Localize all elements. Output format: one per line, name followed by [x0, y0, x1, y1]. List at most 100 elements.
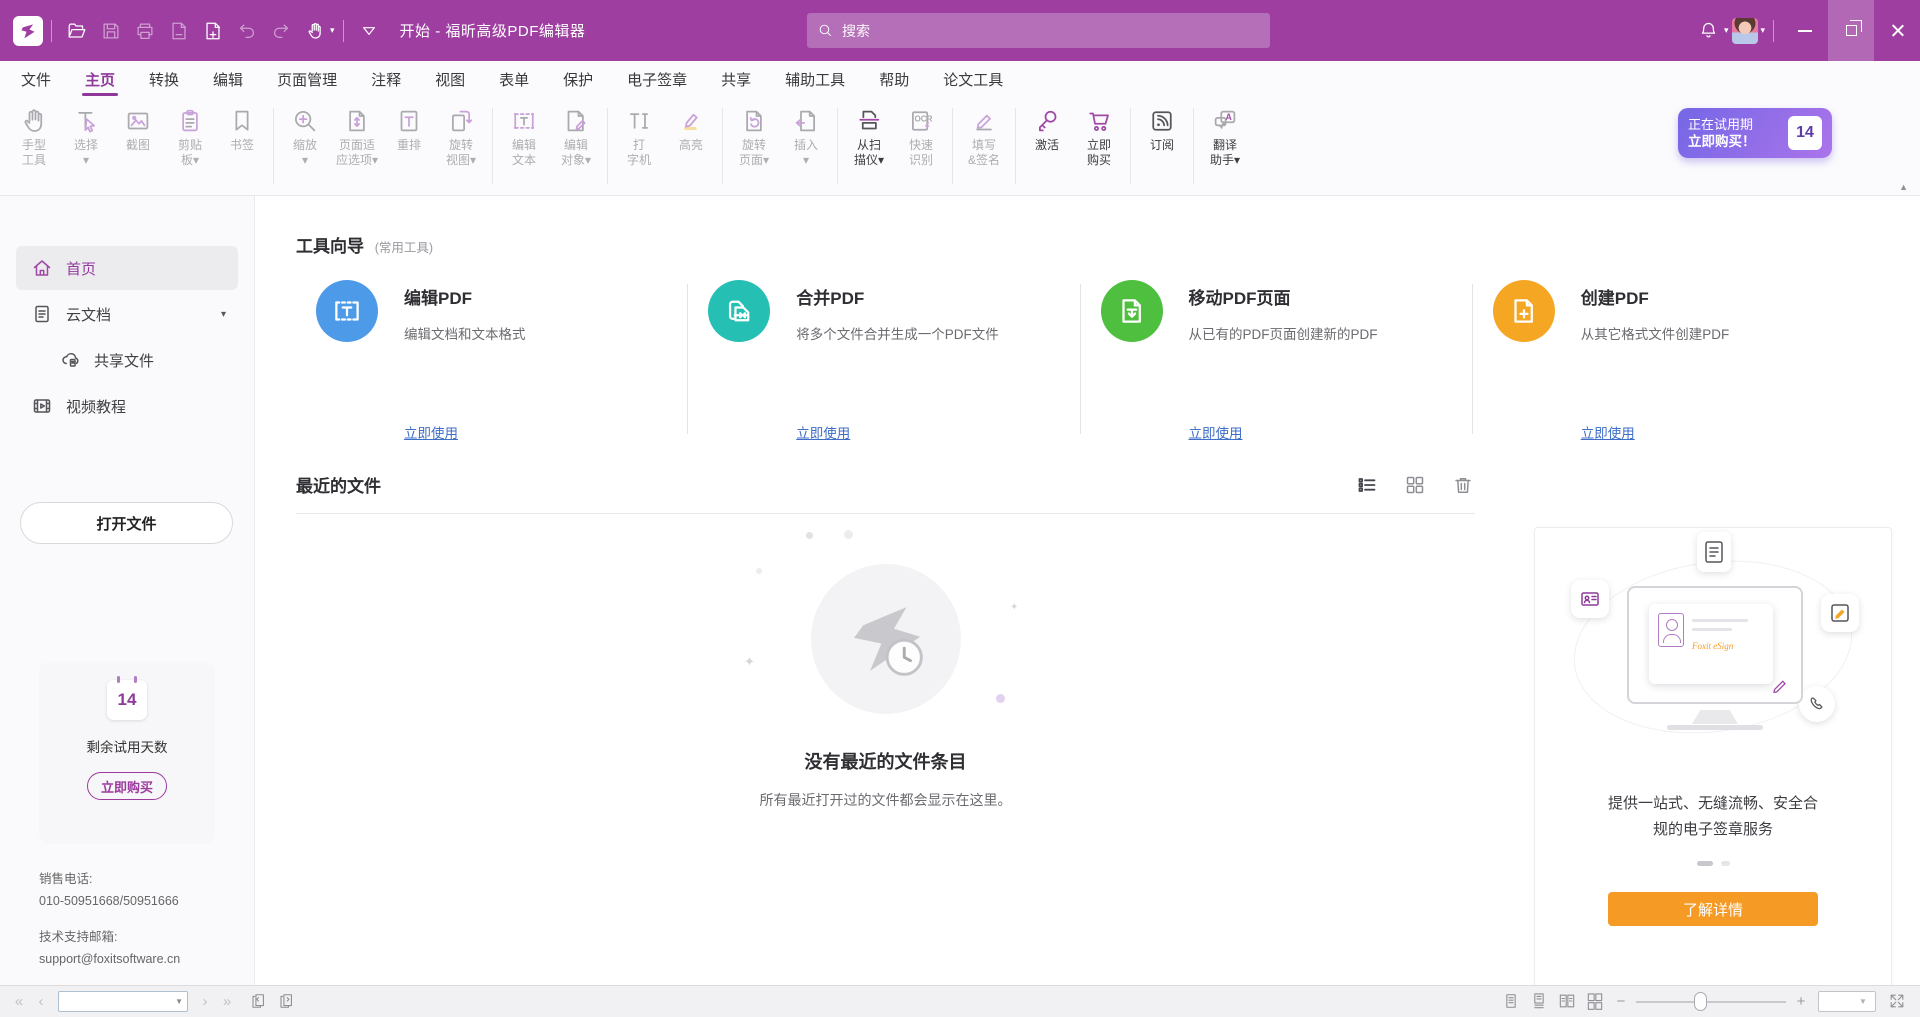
- tool-snapshot[interactable]: 截图: [112, 106, 164, 153]
- carousel-dot-active[interactable]: [1697, 861, 1713, 866]
- zoom-in-icon[interactable]: +: [1790, 993, 1812, 1010]
- menu-form[interactable]: 表单: [482, 61, 546, 98]
- zoom-out-icon[interactable]: −: [1610, 993, 1632, 1010]
- continuous-view-icon[interactable]: [1529, 991, 1551, 1013]
- trial-badge[interactable]: 正在试用期 立即购买！ 14: [1678, 108, 1832, 158]
- sidebar-item-home[interactable]: 首页: [16, 246, 238, 290]
- menu-home[interactable]: 主页: [68, 61, 132, 98]
- menu-view[interactable]: 视图: [418, 61, 482, 98]
- sidebar-item-video-tutorials[interactable]: 视频教程: [16, 384, 238, 428]
- card-merge-pdf[interactable]: 合并PDF 将多个文件合并生成一个PDF文件 立即使用: [688, 280, 1079, 448]
- tool-rotate-view[interactable]: 旋转 视图▾: [435, 106, 487, 168]
- close-button[interactable]: [1874, 0, 1920, 61]
- hide-ribbon-icon[interactable]: [356, 18, 382, 44]
- carousel-dot[interactable]: [1721, 861, 1730, 866]
- avatar[interactable]: [1732, 18, 1758, 44]
- close-document-icon[interactable]: [166, 18, 192, 44]
- card-edit-pdf[interactable]: 编辑PDF 编辑文档和文本格式 立即使用: [296, 280, 687, 448]
- menu-accessibility[interactable]: 辅助工具: [768, 61, 862, 98]
- use-now-link[interactable]: 立即使用: [1189, 422, 1243, 442]
- facing-view-icon[interactable]: [1557, 991, 1579, 1013]
- menu-esign[interactable]: 电子签章: [610, 61, 704, 98]
- zoom-slider[interactable]: [1636, 1001, 1786, 1003]
- print-icon[interactable]: [132, 18, 158, 44]
- zoom-slider-thumb[interactable]: [1694, 992, 1707, 1011]
- page-number-input[interactable]: [59, 995, 175, 1009]
- tool-subscribe[interactable]: 订阅: [1136, 106, 1188, 153]
- tool-edit-text[interactable]: 编辑 文本: [498, 106, 550, 168]
- tool-zoom[interactable]: 缩放 ▾: [279, 106, 331, 168]
- tool-scanner[interactable]: 从扫 描仪▾: [843, 106, 895, 168]
- hand-tool-caret-icon[interactable]: ▾: [330, 25, 335, 36]
- list-view-icon[interactable]: [1355, 473, 1379, 497]
- menu-edit[interactable]: 编辑: [196, 61, 260, 98]
- account-caret-icon[interactable]: ▾: [1760, 25, 1765, 36]
- tool-buy-now[interactable]: 立即 购买: [1073, 106, 1125, 168]
- tool-select[interactable]: 选择 ▾: [60, 106, 112, 168]
- new-document-icon[interactable]: [200, 18, 226, 44]
- tool-translate[interactable]: A 翻译 助手▾: [1199, 106, 1251, 168]
- tool-ocr[interactable]: OCR 快速 识别: [895, 106, 947, 168]
- tool-fill-sign[interactable]: 填写 &签名: [958, 106, 1010, 168]
- use-now-link[interactable]: 立即使用: [1581, 422, 1635, 442]
- sidebar-item-cloud-docs[interactable]: 云文档 ▾: [16, 292, 238, 336]
- undo-icon[interactable]: [234, 18, 260, 44]
- redo-icon[interactable]: [268, 18, 294, 44]
- last-page-icon[interactable]: »: [216, 993, 238, 1010]
- trash-icon[interactable]: [1451, 473, 1475, 497]
- single-page-view-icon[interactable]: [1501, 991, 1523, 1013]
- cloud-docs-caret-icon[interactable]: ▾: [221, 309, 226, 320]
- tool-bookmark[interactable]: 书签: [216, 106, 268, 153]
- menu-share[interactable]: 共享: [704, 61, 768, 98]
- use-now-link[interactable]: 立即使用: [796, 422, 850, 442]
- notifications-caret-icon[interactable]: ▾: [1724, 25, 1729, 36]
- menu-protect[interactable]: 保护: [546, 61, 610, 98]
- hand-tool-icon[interactable]: [302, 18, 328, 44]
- sidebar-item-shared-files[interactable]: 共享文件: [16, 338, 238, 382]
- search-input[interactable]: [842, 23, 1242, 39]
- fit-screen-icon[interactable]: [1887, 991, 1909, 1013]
- tool-highlight[interactable]: 高亮: [665, 106, 717, 153]
- page-number-box[interactable]: ▼: [58, 991, 188, 1012]
- facing-continuous-view-icon[interactable]: [1585, 991, 1607, 1013]
- open-file-button[interactable]: 打开文件: [20, 502, 233, 544]
- tool-rotate-page[interactable]: 旋转 页面▾: [728, 106, 780, 168]
- carousel-dots[interactable]: [1535, 861, 1891, 866]
- zoom-box-caret-icon[interactable]: ▼: [1859, 997, 1867, 1006]
- zoom-level-input[interactable]: [1819, 995, 1859, 1009]
- menu-file[interactable]: 文件: [4, 61, 68, 98]
- prev-page-icon[interactable]: ‹: [30, 993, 52, 1010]
- card-move-pages[interactable]: 移动PDF页面 从已有的PDF页面创建新的PDF 立即使用: [1081, 280, 1472, 448]
- tool-typewriter[interactable]: 打 字机: [613, 106, 665, 168]
- buy-now-button[interactable]: 立即购买: [87, 772, 167, 800]
- menu-help[interactable]: 帮助: [862, 61, 926, 98]
- tool-hand[interactable]: 手型 工具: [8, 106, 60, 168]
- tool-activate[interactable]: 激活: [1021, 106, 1073, 153]
- card-create-pdf[interactable]: 创建PDF 从其它格式文件创建PDF 立即使用: [1473, 280, 1864, 448]
- search-box[interactable]: [807, 13, 1270, 48]
- next-view-icon[interactable]: [276, 991, 298, 1013]
- open-file-icon[interactable]: [64, 18, 90, 44]
- minimize-button[interactable]: [1782, 0, 1828, 61]
- grid-view-icon[interactable]: [1403, 473, 1427, 497]
- use-now-link[interactable]: 立即使用: [404, 422, 458, 442]
- tool-reflow[interactable]: 重排: [383, 106, 435, 153]
- previous-view-icon[interactable]: [248, 991, 270, 1013]
- notifications-bell-icon[interactable]: [1696, 18, 1722, 44]
- zoom-level-box[interactable]: ▼: [1818, 991, 1876, 1012]
- menu-page-organize[interactable]: 页面管理: [260, 61, 354, 98]
- tool-edit-object[interactable]: 编辑 对象▾: [550, 106, 602, 168]
- tool-insert[interactable]: 插入 ▾: [780, 106, 832, 168]
- tool-clipboard[interactable]: 剪贴 板▾: [164, 106, 216, 168]
- tool-page-fit[interactable]: 页面适 应选项▾: [331, 106, 383, 168]
- first-page-icon[interactable]: «: [8, 993, 30, 1010]
- menu-paper-tools[interactable]: 论文工具: [926, 61, 1020, 98]
- menu-comment[interactable]: 注释: [354, 61, 418, 98]
- menu-convert[interactable]: 转换: [132, 61, 196, 98]
- restore-button[interactable]: [1828, 0, 1874, 61]
- learn-more-button[interactable]: 了解详情: [1608, 892, 1818, 926]
- next-page-icon[interactable]: ›: [194, 993, 216, 1010]
- support-email-value[interactable]: support@foxitsoftware.cn: [39, 948, 180, 970]
- page-box-caret-icon[interactable]: ▼: [175, 997, 187, 1006]
- ribbon-scroll-up-icon[interactable]: ▲: [1899, 182, 1908, 192]
